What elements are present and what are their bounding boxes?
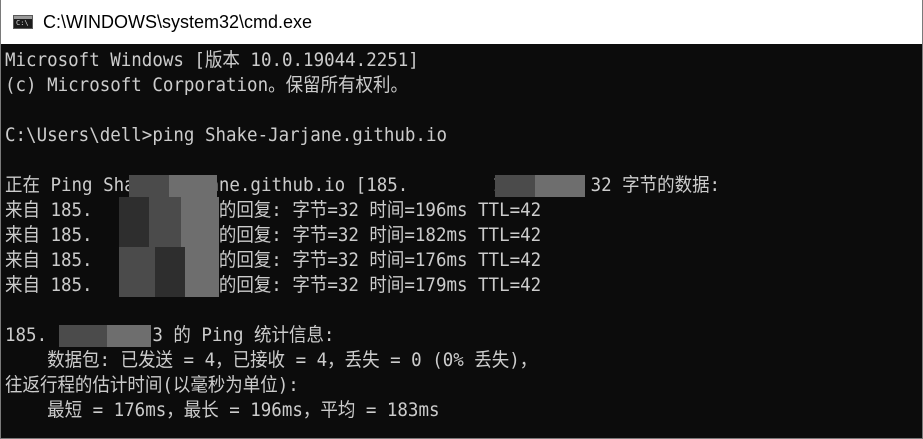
redaction-block: [59, 325, 107, 347]
redaction-block: [129, 175, 169, 197]
console-line-stats-header: 185. 153 的 Ping 统计信息:: [5, 324, 335, 346]
redaction-block: [535, 175, 585, 197]
redaction-block: [119, 197, 149, 247]
redaction-block: [149, 197, 181, 247]
console-line-packets: 数据包: 已发送 = 4，已接收 = 4，丢失 = 0 (0% 丢失)，: [5, 349, 538, 371]
redaction-block: [185, 247, 219, 297]
console-line-copyright: (c) Microsoft Corporation。保留所有权利。: [5, 74, 408, 96]
console-line-rtt-values: 最短 = 176ms，最长 = 196ms，平均 = 183ms: [5, 399, 440, 421]
cmd-window: C:\ C:\WINDOWS\system32\cmd.exe Microsof…: [0, 0, 923, 439]
redaction-block: [119, 247, 155, 297]
redaction-block: [495, 175, 535, 197]
window-title: C:\WINDOWS\system32\cmd.exe: [43, 11, 313, 32]
title-bar[interactable]: C:\ C:\WINDOWS\system32\cmd.exe: [1, 0, 922, 44]
redaction-block: [107, 325, 151, 347]
console-line-version: Microsoft Windows [版本 10.0.19044.2251]: [5, 49, 419, 71]
redaction-block: [169, 175, 217, 197]
console-line-reply: 来自 185. .153 的回复: 字节=32 时间=179ms TTL=42: [5, 274, 542, 296]
cmd-app-icon[interactable]: C:\: [13, 15, 33, 29]
console-line-ping-header: 正在 Ping Shake-Jarjane.github.io [185. 15…: [5, 174, 721, 196]
console-line-reply: 来自 185. .153 的回复: 字节=32 时间=182ms TTL=42: [5, 224, 542, 246]
console-output[interactable]: Microsoft Windows [版本 10.0.19044.2251] (…: [1, 44, 922, 438]
icon-prompt-text: C:\: [16, 19, 29, 27]
redaction-block: [155, 247, 185, 297]
console-line-rtt-header: 往返行程的估计时间(以毫秒为单位):: [5, 374, 299, 396]
console-line-command: C:\Users\dell>ping Shake-Jarjane.github.…: [5, 124, 448, 146]
redaction-block: [181, 197, 219, 247]
console-line-reply: 来自 185. .153 的回复: 字节=32 时间=176ms TTL=42: [5, 249, 542, 271]
console-line-reply: 来自 185. .153 的回复: 字节=32 时间=196ms TTL=42: [5, 199, 542, 221]
